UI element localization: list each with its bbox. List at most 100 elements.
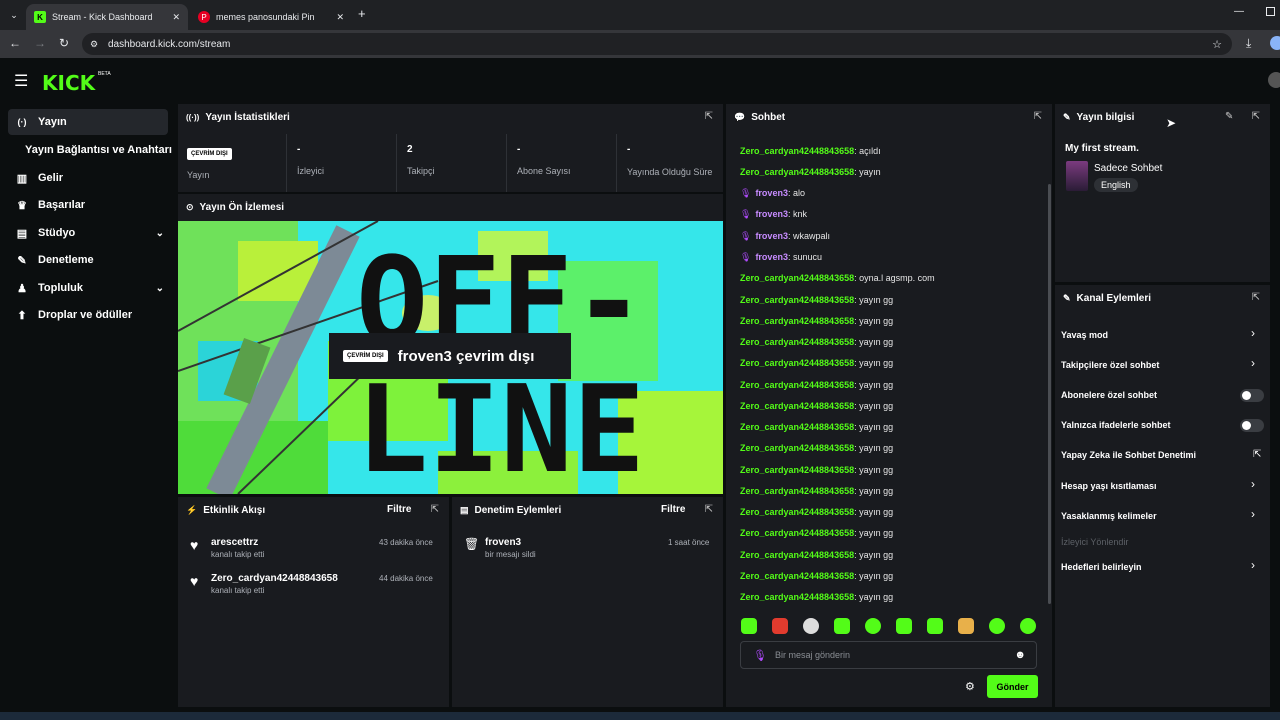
offline-preview-image: OFF- LINE ÇEVRİM DIŞI froven3 çevrim dış… <box>178 221 723 494</box>
chevron-right-icon[interactable]: › <box>1251 477 1255 491</box>
sidebar-item-yayin[interactable]: (·) Yayın <box>8 109 168 135</box>
subscribers-only-toggle[interactable] <box>1240 389 1264 402</box>
back-icon[interactable]: ← <box>9 36 21 50</box>
bookmark-star-icon[interactable]: ☆ <box>1212 38 1222 51</box>
action-followers-only[interactable]: Takipçilere özel sohbet <box>1061 360 1159 370</box>
stat-label-stream: Yayın <box>187 170 210 180</box>
chat-message-input[interactable]: 🎙 Bir mesaj gönderin ☻ <box>740 641 1037 669</box>
kick-logo[interactable]: KICK <box>42 71 95 95</box>
tab-list-dropdown-icon[interactable]: ⌄ <box>6 7 22 23</box>
heart-icon: ♥ <box>190 573 199 589</box>
offline-overlay: ÇEVRİM DIŞI froven3 çevrim dışı <box>329 333 571 379</box>
chevron-down-icon[interactable]: ⌄ <box>156 283 164 294</box>
restore-icon[interactable] <box>1266 7 1275 16</box>
sidebar-item-label: Topluluk <box>38 282 84 294</box>
action-account-age[interactable]: Hesap yaşı kısıtlaması <box>1061 481 1157 491</box>
send-button[interactable]: Gönder <box>987 675 1038 698</box>
stream-preview-panel: ⊙ Yayın Ön İzlemesi <box>178 194 723 221</box>
event-user[interactable]: arescettrz <box>211 537 258 548</box>
site-info-icon[interactable]: ⚙ <box>90 39 98 50</box>
emote-button[interactable] <box>958 618 974 634</box>
chevron-right-icon[interactable]: › <box>1251 558 1255 572</box>
emoji-picker-icon[interactable]: ☻ <box>1014 649 1026 661</box>
chat-message: Zero_cardyan42448843658: yayın gg <box>740 528 894 538</box>
channel-actions-panel: ✎ Kanal Eylemleri ⇱ <box>1055 285 1270 707</box>
language-tag: English <box>1094 178 1138 192</box>
browser-tab-pinterest[interactable]: P memes panosundaki Pin ✕ <box>190 4 352 30</box>
action-slow-mode[interactable]: Yavaş mod <box>1061 330 1108 340</box>
tab-close-icon[interactable]: ✕ <box>336 12 344 23</box>
tab-close-icon[interactable]: ✕ <box>172 12 180 23</box>
emote-button[interactable] <box>741 618 757 634</box>
chevron-right-icon[interactable]: › <box>1251 326 1255 340</box>
panel-title: Sohbet <box>751 112 786 123</box>
beta-label: BETA <box>98 71 111 77</box>
action-set-goals[interactable]: Hedefleri belirleyin <box>1061 562 1142 572</box>
offline-badge: ÇEVRİM DIŞI <box>343 350 388 362</box>
divider <box>396 134 397 192</box>
emote-button[interactable] <box>803 618 819 634</box>
drops-icon: ⬆ <box>17 309 27 322</box>
sidebar-item-label: Yayın <box>38 116 67 128</box>
chat-message: 🎙 froven3: alo <box>740 188 805 198</box>
action-ai-moderation[interactable]: Yapay Zeka ile Sohbet Denetimi <box>1061 450 1196 460</box>
url-input[interactable]: ⚙ dashboard.kick.com/stream ☆ <box>82 33 1232 55</box>
external-link-icon[interactable]: ⇱ <box>1253 449 1261 460</box>
emote-button[interactable] <box>1020 618 1036 634</box>
os-taskbar <box>0 712 1280 720</box>
sidebar-item-denetleme[interactable]: ✎ Denetleme <box>8 247 168 273</box>
minimize-icon[interactable]: — <box>1234 6 1244 17</box>
forward-icon[interactable]: → <box>34 36 46 50</box>
emote-button[interactable] <box>865 618 881 634</box>
panel-title: Etkinlik Akışı <box>203 505 266 516</box>
emote-button[interactable] <box>896 618 912 634</box>
popout-icon[interactable]: ⇱ <box>705 504 713 515</box>
popout-icon[interactable]: ⇱ <box>705 111 713 122</box>
emote-button[interactable] <box>772 618 788 634</box>
action-banned-words[interactable]: Yasaklanmış kelimeler <box>1061 511 1157 521</box>
chat-settings-gear-icon[interactable]: ⚙ <box>965 680 975 693</box>
browser-tab-kick[interactable]: K Stream - Kick Dashboard ✕ <box>26 4 188 30</box>
profile-avatar[interactable] <box>1270 36 1280 50</box>
chat-scrollbar[interactable] <box>1048 184 1051 604</box>
sidebar-item-gelir[interactable]: ▥ Gelir <box>8 165 168 191</box>
filter-button[interactable]: Filtre <box>661 504 685 515</box>
stat-value-subscribers: - <box>517 144 521 155</box>
popout-icon[interactable]: ⇱ <box>431 504 439 515</box>
event-user[interactable]: Zero_cardyan42448843658 <box>211 573 338 584</box>
moderation-actions-panel: ▤ Denetim Eylemleri Filtre ⇱ 🗑 froven3 b… <box>452 497 723 707</box>
sidebar-item-stream-key[interactable]: Yayın Bağlantısı ve Anahtarı <box>25 137 175 163</box>
emote-button[interactable] <box>927 618 943 634</box>
hamburger-menu-icon[interactable]: ☰ <box>14 71 28 91</box>
user-avatar[interactable] <box>1268 72 1280 88</box>
event-user[interactable]: froven3 <box>485 537 521 548</box>
sidebar-item-studyo[interactable]: ▤ Stüdyo ⌄ <box>8 220 168 246</box>
sidebar-item-droplar[interactable]: ⬆ Droplar ve ödüller <box>8 302 168 328</box>
emotes-only-toggle[interactable] <box>1240 419 1264 432</box>
action-raid-viewers: İzleyici Yönlendir <box>1061 537 1129 547</box>
filter-button[interactable]: Filtre <box>387 504 411 515</box>
sidebar-item-topluluk[interactable]: ♟ Topluluk ⌄ <box>8 275 168 301</box>
sidebar-item-label: Başarılar <box>38 199 86 211</box>
popout-icon[interactable]: ⇱ <box>1034 111 1042 122</box>
kick-top-bar: ☰ KICK BETA <box>0 58 1280 104</box>
reload-icon[interactable]: ↻ <box>59 36 69 50</box>
sidebar-item-basarilar[interactable]: ♛ Başarılar <box>8 192 168 218</box>
stream-stats-panel: ((·)) Yayın İstatistikleri ⇱ ÇEVRİM DIŞI… <box>178 104 723 192</box>
new-tab-icon[interactable]: + <box>358 6 366 21</box>
emote-button[interactable] <box>989 618 1005 634</box>
popout-icon[interactable]: ⇱ <box>1252 292 1260 303</box>
panel-title: Yayın bilgisi <box>1076 112 1135 123</box>
edit-pencil-icon[interactable]: ✎ <box>1225 111 1233 122</box>
browser-address-bar: ← → ↻ ⚙ dashboard.kick.com/stream ☆ ⤓ <box>0 30 1280 58</box>
emote-button[interactable] <box>834 618 850 634</box>
download-icon[interactable]: ⤓ <box>1246 36 1251 51</box>
trophy-icon: ♛ <box>17 199 27 212</box>
chat-message: Zero_cardyan42448843658: yayın gg <box>740 358 894 368</box>
chevron-down-icon[interactable]: ⌄ <box>156 228 164 239</box>
category-name[interactable]: Sadece Sohbet <box>1094 163 1162 174</box>
popout-icon[interactable]: ⇱ <box>1252 111 1260 122</box>
chevron-right-icon[interactable]: › <box>1251 356 1255 370</box>
chevron-right-icon[interactable]: › <box>1251 507 1255 521</box>
wrench-icon: ✎ <box>1063 293 1071 303</box>
